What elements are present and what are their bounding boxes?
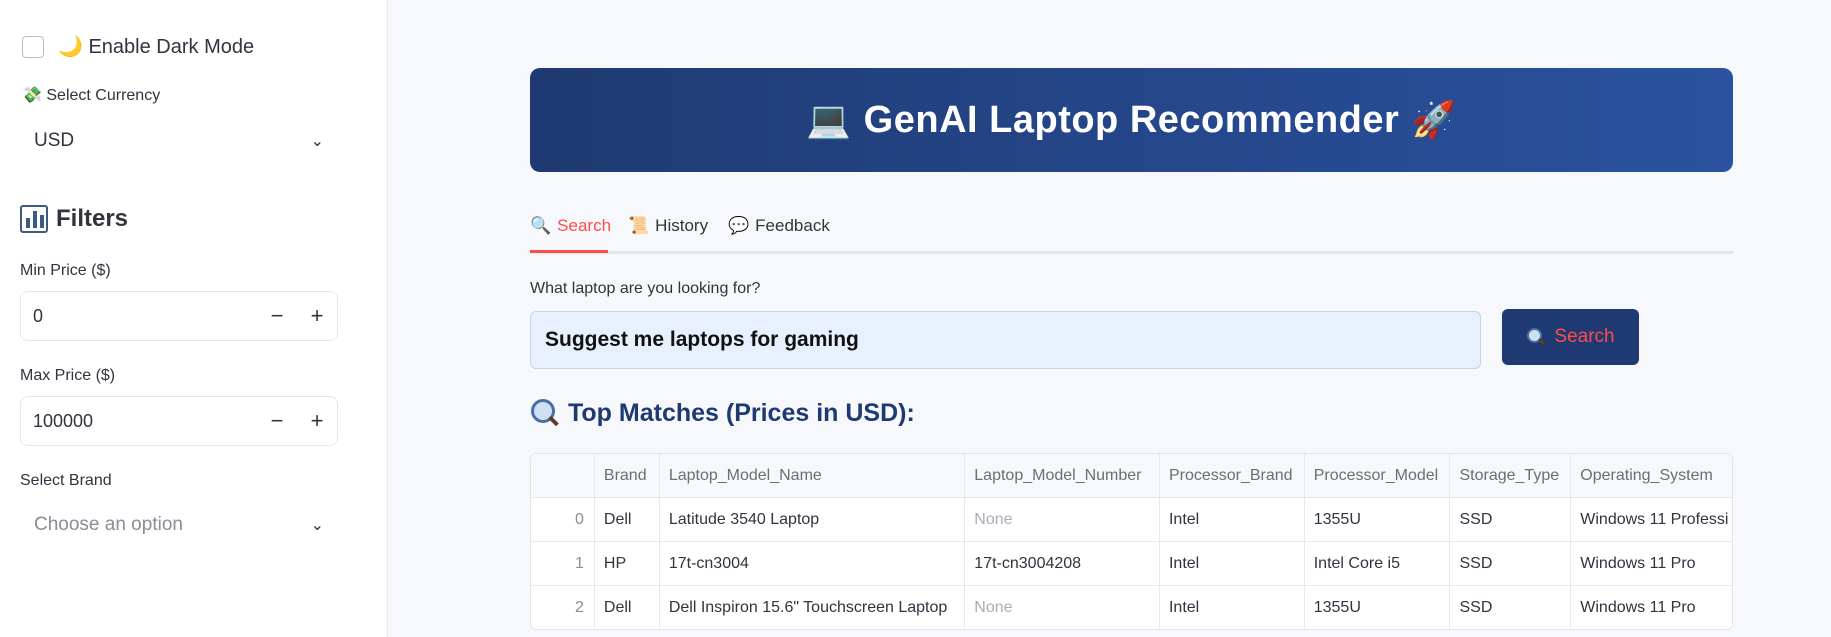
- table-cell: Dell Inspiron 15.6" Touchscreen Laptop: [660, 586, 966, 629]
- sidebar: 🌙 Enable Dark Mode 💸 Select Currency USD…: [0, 0, 388, 637]
- chevron-down-icon: ⌄: [310, 517, 324, 534]
- currency-select[interactable]: USD ⌄: [20, 119, 338, 163]
- table-cell: Latitude 3540 Laptop: [660, 498, 966, 541]
- table-cell: SSD: [1450, 498, 1572, 541]
- table-cell: 17t-cn3004: [660, 542, 966, 585]
- column-header[interactable]: Brand: [595, 454, 660, 497]
- table-cell: None: [965, 586, 1160, 629]
- brand-select[interactable]: Choose an option ⌄: [20, 503, 338, 547]
- tab-history[interactable]: 📜 History: [628, 216, 708, 248]
- column-header[interactable]: Laptop_Model_Number: [965, 454, 1160, 497]
- min-price-decrement-button[interactable]: −: [257, 303, 297, 329]
- column-header[interactable]: Operating_System: [1571, 454, 1732, 497]
- dark-mode-checkbox[interactable]: [22, 35, 44, 58]
- brand-label: Select Brand: [20, 472, 112, 489]
- query-label: What laptop are you looking for?: [530, 280, 761, 297]
- table-cell: Intel: [1160, 542, 1305, 585]
- max-price-stepper: 100000 − +: [20, 396, 338, 446]
- max-price-increment-button[interactable]: +: [297, 408, 337, 434]
- scroll-icon: 📜: [628, 216, 650, 235]
- brand-placeholder: Choose an option: [34, 514, 183, 535]
- min-price-input[interactable]: 0: [21, 306, 257, 327]
- speech-bubble-icon: 💬: [728, 216, 750, 235]
- table-cell: SSD: [1450, 586, 1572, 629]
- table-cell: Windows 11 Pro: [1580, 599, 1696, 616]
- rocket-icon: 🚀: [1411, 99, 1457, 140]
- search-button[interactable]: Search: [1502, 309, 1639, 365]
- results-title: Top Matches (Prices in USD):: [568, 398, 915, 427]
- table-cell: None: [965, 498, 1160, 541]
- search-icon: [1526, 327, 1546, 347]
- tab-search-label: Search: [557, 216, 612, 235]
- column-header[interactable]: [531, 454, 595, 497]
- table-cell: Intel: [1160, 586, 1305, 629]
- laptop-icon: 💻: [806, 99, 852, 140]
- tab-history-label: History: [655, 216, 709, 235]
- table-header-row: Brand Laptop_Model_Name Laptop_Model_Num…: [531, 454, 1732, 498]
- tab-search[interactable]: 🔍 Search: [530, 216, 611, 248]
- search-icon: [530, 398, 560, 428]
- table-cell: SSD: [1450, 542, 1572, 585]
- table-row[interactable]: 1 HP 17t-cn3004 17t-cn3004208 Intel Inte…: [531, 542, 1732, 586]
- tab-bar: 🔍 Search 📜 History 💬 Feedback: [530, 210, 1733, 254]
- max-price-label: Max Price ($): [20, 367, 116, 384]
- max-price-input[interactable]: 100000: [21, 411, 257, 432]
- column-header[interactable]: Storage_Type: [1450, 454, 1572, 497]
- filters-title: Filters: [56, 205, 129, 232]
- min-price-increment-button[interactable]: +: [297, 303, 337, 329]
- table-cell: HP: [595, 542, 660, 585]
- search-icon: 🔍: [530, 216, 552, 235]
- max-price-decrement-button[interactable]: −: [257, 408, 297, 434]
- table-cell: 1355U: [1305, 498, 1451, 541]
- dark-mode-toggle[interactable]: 🌙 Enable Dark Mode: [22, 34, 254, 59]
- column-header[interactable]: Processor_Model: [1305, 454, 1451, 497]
- table-cell: Intel Core i5: [1305, 542, 1451, 585]
- currency-value: USD: [34, 130, 75, 151]
- table-row[interactable]: 2 Dell Dell Inspiron 15.6" Touchscreen L…: [531, 586, 1732, 629]
- table-cell: Dell: [595, 586, 660, 629]
- table-cell: Windows 11 Pro: [1580, 554, 1696, 572]
- currency-label: 💸 Select Currency: [22, 87, 161, 104]
- bar-chart-icon: [20, 205, 48, 233]
- table-cell: 0: [531, 498, 595, 541]
- dark-mode-label: 🌙 Enable Dark Mode: [58, 36, 255, 58]
- chevron-down-icon: ⌄: [310, 133, 324, 150]
- app-banner: 💻 GenAI Laptop Recommender 🚀: [530, 68, 1733, 172]
- page-title: GenAI Laptop Recommender: [863, 98, 1400, 141]
- min-price-label: Min Price ($): [20, 262, 111, 279]
- table-row[interactable]: 0 Dell Latitude 3540 Laptop None Intel 1…: [531, 498, 1732, 542]
- active-tab-indicator: [530, 250, 608, 253]
- results-table[interactable]: Brand Laptop_Model_Name Laptop_Model_Num…: [530, 453, 1733, 630]
- table-cell: Dell: [595, 498, 660, 541]
- table-cell: Windows 11 Professi: [1580, 510, 1729, 528]
- column-header[interactable]: Processor_Brand: [1160, 454, 1305, 497]
- column-header[interactable]: Laptop_Model_Name: [660, 454, 966, 497]
- table-cell: 17t-cn3004208: [965, 542, 1160, 585]
- table-cell: 1: [531, 542, 595, 585]
- results-heading: Top Matches (Prices in USD):: [530, 398, 915, 428]
- min-price-stepper: 0 − +: [20, 291, 338, 341]
- filters-heading: Filters: [20, 205, 128, 233]
- tab-feedback[interactable]: 💬 Feedback: [728, 216, 830, 248]
- tab-feedback-label: Feedback: [755, 216, 830, 235]
- table-cell: 2: [531, 586, 595, 629]
- table-cell: Intel: [1160, 498, 1305, 541]
- search-button-label: Search: [1554, 326, 1615, 347]
- query-input[interactable]: Suggest me laptops for gaming: [530, 311, 1481, 369]
- table-cell: 1355U: [1305, 586, 1451, 629]
